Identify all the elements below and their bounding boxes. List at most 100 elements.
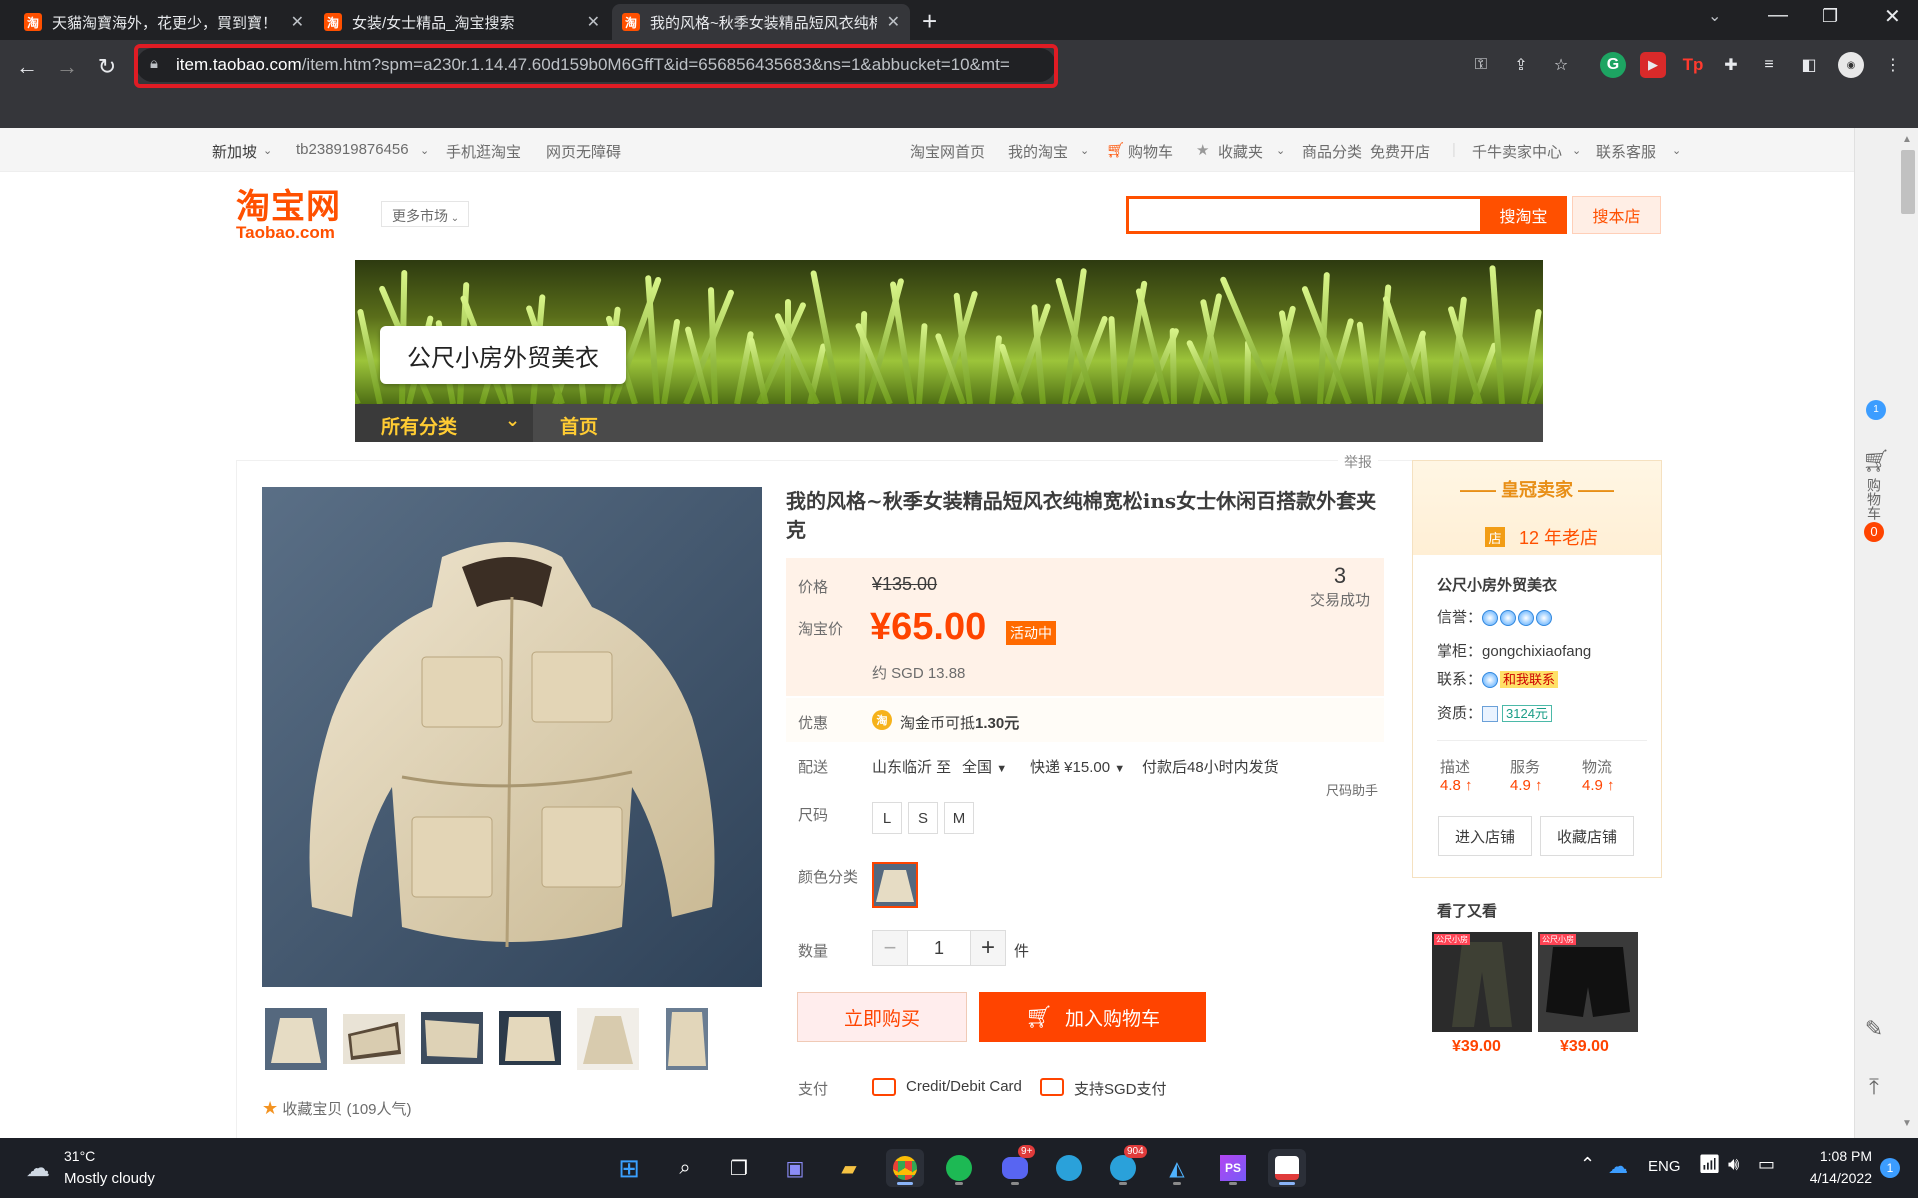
close-tab-icon[interactable]: ✕ bbox=[587, 12, 600, 32]
telegram-desktop-icon[interactable]: 904 bbox=[1104, 1145, 1147, 1187]
search-icon[interactable]: ⌕ bbox=[666, 1149, 704, 1187]
clock-date[interactable]: 4/14/2022 bbox=[1798, 1170, 1872, 1186]
search-shop-button[interactable]: 搜本店 bbox=[1572, 196, 1661, 234]
extensions-puzzle-icon[interactable]: ✚ bbox=[1718, 52, 1744, 78]
more-markets-dropdown[interactable]: 更多市场 ⌄ bbox=[381, 201, 469, 227]
user-name-link[interactable]: tb238919876456 bbox=[296, 141, 409, 158]
telegram-icon[interactable] bbox=[1050, 1149, 1088, 1187]
all-categories-menu[interactable]: 所有分类 ⌄ bbox=[355, 404, 533, 442]
spotify-icon[interactable] bbox=[940, 1149, 978, 1187]
color-option-swatch[interactable] bbox=[872, 862, 918, 908]
tab-search-icon[interactable]: ⌄ bbox=[1708, 6, 1721, 26]
task-view-icon[interactable]: ❐ bbox=[720, 1149, 758, 1187]
thumbnail-1[interactable] bbox=[265, 1008, 327, 1070]
file-explorer-icon[interactable]: ▰ bbox=[830, 1149, 868, 1187]
phpstorm-icon[interactable]: PS bbox=[1214, 1149, 1252, 1187]
media-control-icon[interactable]: ≡ bbox=[1756, 52, 1782, 78]
contact-seller-button[interactable]: 和我联系 bbox=[1500, 671, 1559, 688]
pencil-icon[interactable]: ✎ bbox=[1862, 1016, 1886, 1042]
customer-service-link[interactable]: 联系客服 bbox=[1596, 141, 1656, 162]
mail-app-icon[interactable]: ◭ bbox=[1158, 1149, 1196, 1187]
shop-sign[interactable]: 公尺小房外贸美衣 bbox=[380, 326, 626, 384]
weather-cloud-icon[interactable]: ☁ bbox=[26, 1154, 50, 1183]
add-to-cart-button[interactable]: 🛒︎ 加入购物车 bbox=[979, 992, 1206, 1042]
notification-badge[interactable]: 1 bbox=[1880, 1158, 1900, 1178]
recommended-item-2[interactable]: 公尺小房 bbox=[1538, 932, 1638, 1032]
chrome-icon[interactable] bbox=[886, 1149, 924, 1187]
thumbnail-6[interactable] bbox=[666, 1008, 708, 1070]
close-window-icon[interactable]: ✕ bbox=[1884, 4, 1901, 29]
enter-shop-button[interactable]: 进入店铺 bbox=[1438, 816, 1532, 856]
seller-center-link[interactable]: 千牛卖家中心 bbox=[1472, 141, 1562, 162]
weather-temp[interactable]: 31°C bbox=[64, 1148, 95, 1164]
menu-dots-icon[interactable]: ⋮ bbox=[1880, 52, 1906, 78]
ship-to-dropdown[interactable]: 全国 ▼ bbox=[962, 756, 1007, 777]
my-taobao-link[interactable]: 我的淘宝 bbox=[1008, 141, 1068, 162]
search-taobao-button[interactable]: 搜淘宝 bbox=[1480, 196, 1567, 234]
favorites-link[interactable]: 收藏夹 bbox=[1218, 141, 1263, 162]
taobao-logo[interactable]: 淘宝网 Taobao.com bbox=[236, 188, 358, 244]
share-icon[interactable]: ⇪ bbox=[1508, 52, 1534, 78]
clock-time[interactable]: 1:08 PM bbox=[1800, 1148, 1872, 1164]
new-tab-icon[interactable]: + bbox=[922, 6, 937, 37]
close-tab-icon[interactable]: ✕ bbox=[887, 12, 900, 32]
close-tab-icon[interactable]: ✕ bbox=[291, 12, 304, 32]
windows-start-icon[interactable]: ⊞ bbox=[610, 1149, 648, 1187]
onedrive-cloud-icon[interactable]: ☁ bbox=[1608, 1154, 1628, 1179]
minimize-icon[interactable]: — bbox=[1768, 4, 1788, 27]
shop-home-link[interactable]: 首页 bbox=[560, 412, 598, 439]
bookmark-star-icon[interactable]: ☆ bbox=[1548, 52, 1574, 78]
ship-fee-dropdown[interactable]: 快递 ¥15.00 ▼ bbox=[1030, 756, 1125, 777]
size-helper-link[interactable]: 尺码助手 bbox=[1326, 780, 1378, 799]
wifi-icon[interactable]: 📶︎ bbox=[1698, 1154, 1721, 1175]
scroll-up-icon[interactable]: ▲ bbox=[1902, 134, 1912, 145]
thumbnail-2[interactable] bbox=[343, 1014, 405, 1064]
weather-desc[interactable]: Mostly cloudy bbox=[64, 1170, 155, 1187]
reload-icon[interactable]: ↻ bbox=[92, 52, 122, 82]
chevron-up-icon[interactable]: ⌃ bbox=[1580, 1154, 1595, 1175]
mobile-link[interactable]: 手机逛淘宝 bbox=[446, 141, 521, 162]
side-cart-button[interactable]: 🛒︎ 购物车 0 bbox=[1862, 448, 1890, 544]
search-input[interactable] bbox=[1126, 196, 1480, 234]
teams-chat-icon[interactable]: ▣ bbox=[776, 1149, 814, 1187]
restore-icon[interactable]: ❐ bbox=[1822, 6, 1838, 27]
size-option-l[interactable]: L bbox=[872, 802, 902, 834]
tab-product[interactable]: 淘 我的风格~秋季女装精品短风衣纯棉宽松ins女士休闲百搭款外套夹克 ✕ bbox=[612, 4, 910, 40]
key-icon[interactable]: ⚿ bbox=[1468, 52, 1494, 78]
quantity-input[interactable]: 1 bbox=[908, 930, 970, 966]
thumbnail-3[interactable] bbox=[421, 1012, 483, 1064]
back-to-top-icon[interactable]: ⤒ bbox=[1862, 1074, 1886, 1100]
favorite-shop-button[interactable]: 收藏店铺 bbox=[1540, 816, 1634, 856]
open-shop-link[interactable]: 免费开店 bbox=[1370, 141, 1430, 162]
thumbnail-4[interactable] bbox=[499, 1011, 561, 1065]
profile-avatar[interactable]: ◉ bbox=[1838, 52, 1864, 78]
thumbnail-5[interactable] bbox=[577, 1008, 639, 1070]
recommended-item-1[interactable]: 公尺小房 bbox=[1432, 932, 1532, 1032]
scrollbar-thumb[interactable] bbox=[1901, 150, 1915, 214]
forward-icon[interactable]: → bbox=[52, 52, 82, 82]
tp-extension-icon[interactable]: Tp bbox=[1680, 52, 1706, 78]
scroll-down-icon[interactable]: ▼ bbox=[1902, 1118, 1912, 1129]
discord-icon[interactable]: 9+ bbox=[996, 1145, 1036, 1187]
chat-icon[interactable]: 1 bbox=[1866, 400, 1890, 420]
battery-icon[interactable]: ▭ bbox=[1758, 1154, 1775, 1175]
volume-icon[interactable]: 🔊︎ bbox=[1728, 1154, 1739, 1175]
side-panel-icon[interactable]: ◧ bbox=[1796, 52, 1822, 78]
quantity-decrease-button[interactable]: − bbox=[872, 930, 908, 966]
language-indicator[interactable]: ENG bbox=[1648, 1158, 1681, 1175]
deposit-badge[interactable]: 3124元 bbox=[1502, 705, 1552, 722]
main-product-image[interactable] bbox=[262, 487, 762, 987]
tab-search[interactable]: 淘 女装/女士精品_淘宝搜索 ✕ bbox=[314, 4, 610, 40]
snipping-tool-icon[interactable] bbox=[1268, 1149, 1306, 1187]
quantity-increase-button[interactable]: + bbox=[970, 930, 1006, 966]
report-link[interactable]: 举报 bbox=[1338, 452, 1378, 472]
buy-now-button[interactable]: 立即购买 bbox=[797, 992, 967, 1042]
taobao-home-link[interactable]: 淘宝网首页 bbox=[910, 141, 985, 162]
tab-tmall[interactable]: 淘 天貓淘寶海外，花更少，買到寶！ ✕ bbox=[14, 4, 314, 40]
category-link[interactable]: 商品分类 bbox=[1302, 141, 1362, 162]
seller-shop-name[interactable]: 公尺小房外贸美衣 bbox=[1437, 574, 1557, 595]
accessibility-link[interactable]: 网页无障碍 bbox=[546, 141, 621, 162]
size-option-s[interactable]: S bbox=[908, 802, 938, 834]
cart-link[interactable]: 购物车 bbox=[1128, 141, 1173, 162]
grammarly-icon[interactable]: G bbox=[1600, 52, 1626, 78]
